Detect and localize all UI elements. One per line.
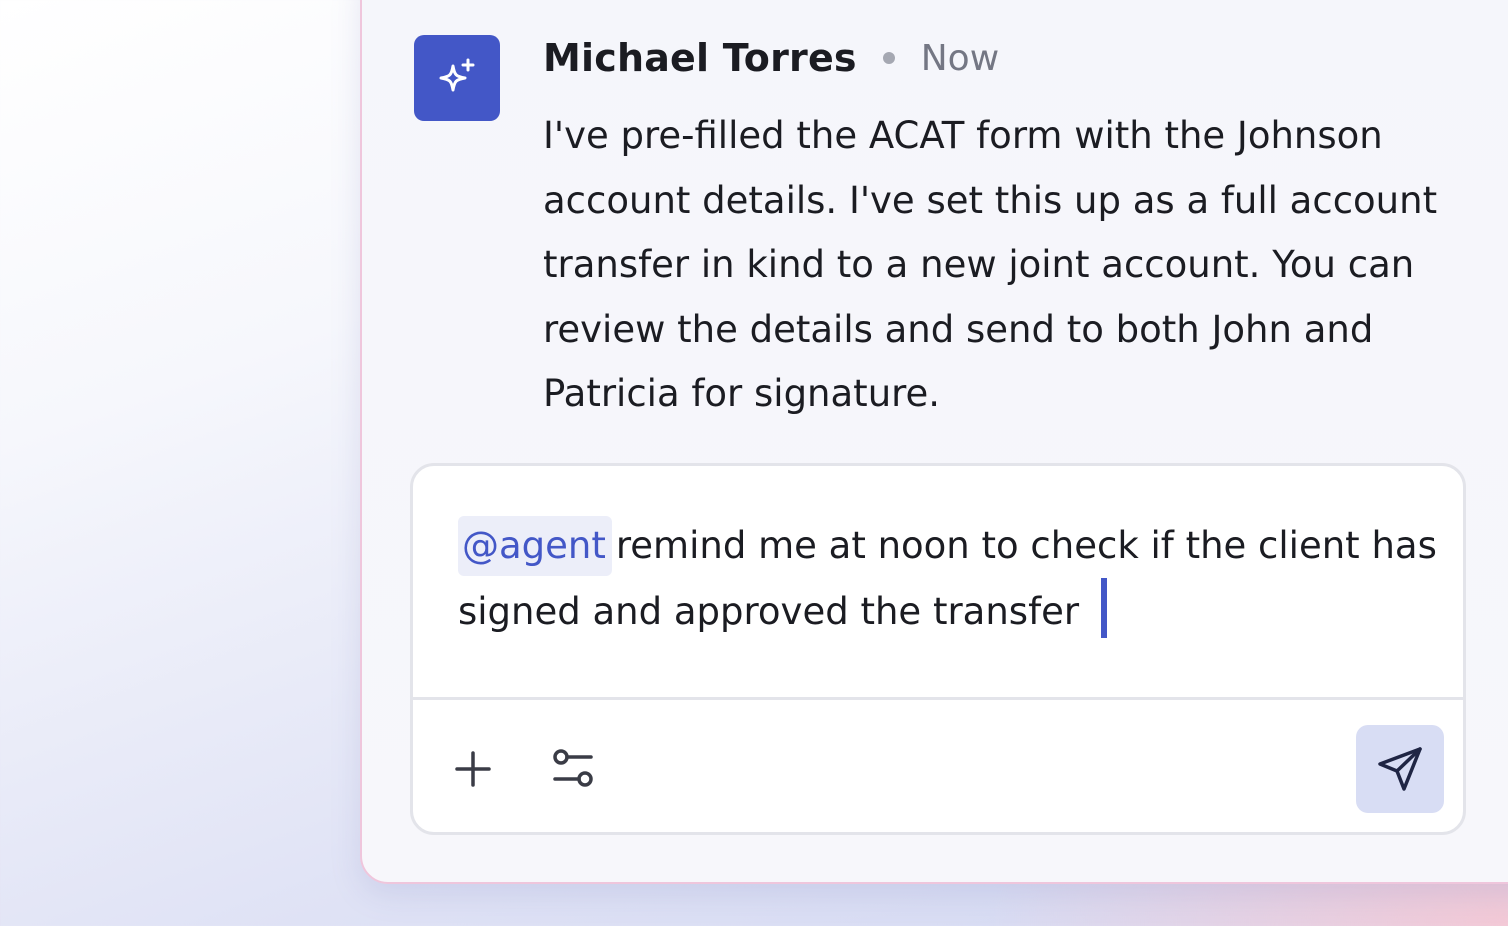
- separator-dot: [882, 52, 895, 64]
- composer-divider: [413, 697, 1463, 700]
- message-body: I've pre-filled the ACAT form with the J…: [543, 114, 1438, 415]
- agent-mention[interactable]: @agent: [458, 516, 612, 576]
- send-button[interactable]: [1356, 725, 1444, 813]
- text-caret: [1101, 578, 1108, 638]
- sparkle-icon: [414, 35, 500, 121]
- add-attachment-button[interactable]: [441, 737, 505, 801]
- compose-input[interactable]: @agent remind me at noon to check if the …: [458, 514, 1438, 644]
- plus-icon: [455, 751, 491, 787]
- message-header: Michael Torres Now: [543, 30, 999, 86]
- message-composer: @agent remind me at noon to check if the …: [410, 463, 1466, 835]
- sliders-icon: [553, 749, 593, 787]
- author-name: Michael Torres: [543, 36, 857, 80]
- options-button[interactable]: [541, 737, 605, 801]
- message-timestamp: Now: [920, 37, 1000, 79]
- send-icon: [1378, 747, 1422, 791]
